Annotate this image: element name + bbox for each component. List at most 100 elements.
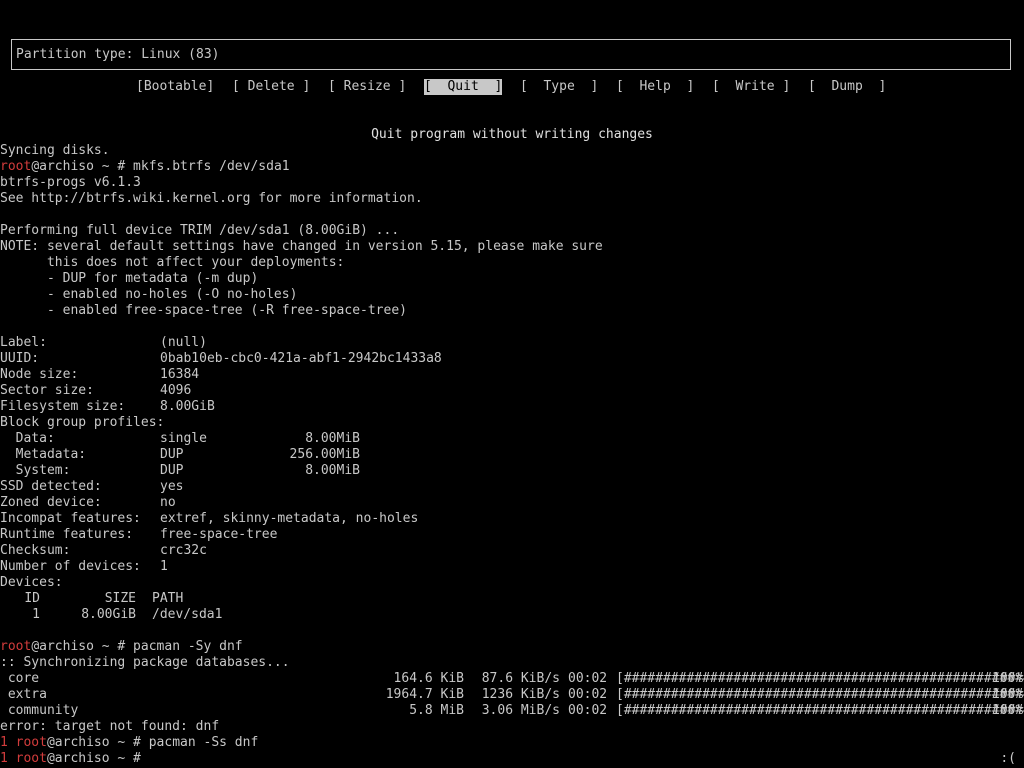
block-group-name: Metadata: — [0, 447, 87, 462]
fs-info-key: Number of devices: — [0, 559, 141, 574]
repo-percent: 100% — [992, 687, 1024, 702]
fs-info-row: UUID: 0bab10eb-cbc0-421a-abf1-2942bc1433a… — [0, 351, 1024, 367]
fs-info-row: Sector size: 4096 — [0, 383, 1024, 399]
fs-info-value: 8.00GiB — [160, 399, 215, 414]
menu-bootable-button[interactable]: [Bootable] — [136, 79, 214, 95]
fs-info-value: free-space-tree — [160, 527, 278, 542]
devices-row: 1 8.00GiB/dev/sda1 — [0, 607, 1024, 623]
output-line: Performing full device TRIM /dev/sda1 (8… — [0, 223, 400, 238]
devices-col-id: ID — [24, 591, 40, 606]
prompt-line: root@archiso ~ # mkfs.btrfs /dev/sda1 — [0, 159, 1024, 175]
repo-progress-bar: [#######################################… — [616, 687, 1024, 702]
repo-speed: 1236 KiB/s — [481, 687, 560, 702]
block-group-name: System: — [0, 463, 71, 478]
devices-col-path: PATH — [152, 591, 184, 606]
block-group-size: 256.00MiB — [289, 447, 360, 462]
block-group-profile: single — [160, 431, 207, 446]
fs-info-value: (null) — [160, 335, 207, 350]
note-line: NOTE: several default settings have chan… — [0, 239, 603, 254]
fs-info-key: SSD detected: — [0, 479, 102, 494]
repo-size: 1964.7 KiB — [385, 687, 464, 702]
fs-info-value: extref, skinny-metadata, no-holes — [160, 511, 419, 526]
repo-time: 00:02 — [568, 703, 608, 718]
note-line: this does not affect your deployments: — [0, 255, 345, 270]
menu-resize-button[interactable]: [ Resize ] — [328, 79, 406, 95]
device-path: /dev/sda1 — [152, 607, 223, 622]
fs-info-row: Checksum: crc32c — [0, 543, 1024, 559]
output-line: btrfs-progs v6.1.3 — [0, 175, 141, 190]
repo-speed: 3.06 MiB/s — [481, 703, 560, 718]
device-id: 1 — [32, 607, 40, 622]
output-line: Syncing disks. — [0, 143, 110, 158]
error-line: error: target not found: dnf — [0, 719, 220, 734]
repo-size: 164.6 KiB — [393, 671, 464, 686]
prompt-user: root — [0, 159, 32, 174]
prompt-command: @archiso ~ # pacman -Sy dnf — [31, 639, 243, 654]
prompt-command: @archiso ~ # pacman -Ss dnf — [46, 735, 259, 750]
block-group-profile: DUP — [160, 447, 184, 462]
fs-info-row: Label: (null) — [0, 335, 1024, 351]
block-group-size: 8.00MiB — [305, 463, 360, 478]
prompt-user: root — [15, 735, 47, 750]
repo-percent: 100% — [992, 703, 1024, 718]
devices-header: Devices: — [0, 575, 63, 590]
note-line: - enabled no-holes (-O no-holes) — [0, 287, 298, 302]
block-group-header: Block group profiles: — [0, 415, 165, 430]
block-group-size: 8.00MiB — [305, 431, 360, 446]
output-line: See http://btrfs.wiki.kernel.org for mor… — [0, 191, 423, 206]
prompt-command: @archiso ~ # — [46, 751, 149, 766]
device-size: 8.00GiB — [81, 607, 136, 622]
menu-help-button[interactable]: [ Help ] — [616, 79, 694, 95]
repo-name: core — [0, 671, 40, 686]
fs-info-key: Incompat features: — [0, 511, 141, 526]
prompt-line: root@archiso ~ # pacman -Sy dnf — [0, 639, 1024, 655]
block-group-row: Metadata: DUP 256.00MiB — [0, 447, 1024, 463]
prompt-line-active[interactable]: 1 root@archiso ~ # — [0, 751, 1024, 767]
repo-progress-bar: [#######################################… — [616, 671, 1024, 686]
fs-info-row: Incompat features: extref, skinny-metadat… — [0, 511, 1024, 527]
prompt-user: root — [0, 639, 32, 654]
prompt-exit-code: 1 — [0, 751, 16, 766]
block-group-row: System: DUP 8.00MiB — [0, 463, 1024, 479]
fs-info-key: UUID: — [0, 351, 40, 366]
devices-col-size: SIZE — [104, 591, 136, 606]
partition-type-label: Partition type: Linux (83) — [16, 47, 220, 62]
note-line: - enabled free-space-tree (-R free-space… — [0, 303, 407, 318]
menu-type-button[interactable]: [ Type ] — [520, 79, 598, 95]
output-line: :: Synchronizing package databases... — [0, 655, 290, 670]
repo-progress-row: extra 1964.7 KiB 1236 KiB/s 00:02 [#########… — [0, 687, 1024, 703]
partition-type-box: Partition type: Linux (83) — [11, 39, 1011, 70]
repo-percent: 100% — [992, 671, 1024, 686]
menu-dump-button[interactable]: [ Dump ] — [808, 79, 886, 95]
terminal-output[interactable]: Syncing disks. root@archiso ~ # mkfs.btr… — [0, 143, 1024, 767]
fs-info-key: Runtime features: — [0, 527, 134, 542]
repo-speed: 87.6 KiB/s — [481, 671, 560, 686]
fs-info-value: 0bab10eb-cbc0-421a-abf1-2942bc1433a8 — [160, 351, 442, 366]
prompt-user: root — [15, 751, 47, 766]
repo-progress-row: core 164.6 KiB 87.6 KiB/s 00:02 [###########… — [0, 671, 1024, 687]
fs-info-row: Number of devices: 1 — [0, 559, 1024, 575]
fs-info-row: Node size: 16384 — [0, 367, 1024, 383]
repo-name: extra — [0, 687, 47, 702]
fs-info-value: crc32c — [160, 543, 207, 558]
prompt-exit-code: 1 — [0, 735, 16, 750]
fs-info-value: no — [160, 495, 176, 510]
fs-info-row: Zoned device: no — [0, 495, 1024, 511]
menu-quit-button[interactable]: [ Quit ] — [424, 79, 503, 95]
fs-info-row: SSD detected: yes — [0, 479, 1024, 495]
fs-info-key: Node size: — [0, 367, 79, 382]
repo-progress-bar: [#######################################… — [616, 703, 1024, 718]
fs-info-value: 4096 — [160, 383, 192, 398]
menu-hint-text: Quit program without writing changes — [371, 127, 653, 142]
fs-info-value: yes — [160, 479, 184, 494]
fs-info-key: Sector size: — [0, 383, 94, 398]
menu-write-button[interactable]: [ Write ] — [712, 79, 790, 95]
menu-delete-button[interactable]: [ Delete ] — [232, 79, 310, 95]
repo-name: community — [0, 703, 79, 718]
block-group-name: Data: — [0, 431, 55, 446]
repo-size: 5.8 MiB — [409, 703, 464, 718]
repo-progress-row: community 5.8 MiB 3.06 MiB/s 00:02 [########… — [0, 703, 1024, 719]
